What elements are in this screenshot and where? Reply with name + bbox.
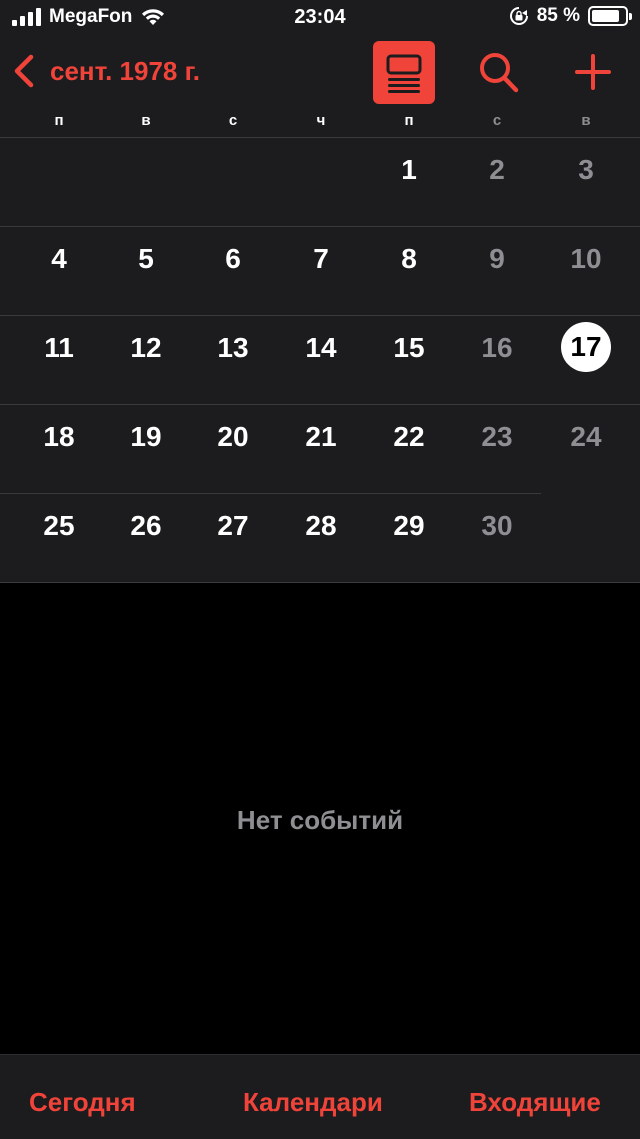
back-button[interactable]: сент. 1978 г. bbox=[12, 54, 200, 88]
day-cell[interactable]: 23 bbox=[467, 418, 527, 456]
day-cell[interactable]: 18 bbox=[29, 418, 89, 456]
battery-percent: 85 % bbox=[536, 5, 580, 26]
no-events-label: Нет событий bbox=[236, 805, 404, 835]
day-cell[interactable]: 14 bbox=[291, 329, 351, 367]
day-cell[interactable]: 8 bbox=[379, 240, 439, 278]
day-cell[interactable]: 11 bbox=[29, 329, 89, 367]
day-cell-today[interactable]: 17 bbox=[561, 322, 611, 372]
battery-icon bbox=[588, 6, 632, 26]
weekday-label: п bbox=[54, 112, 64, 129]
rotation-lock-icon bbox=[509, 7, 528, 25]
list-view-icon bbox=[386, 54, 422, 93]
day-cell[interactable]: 1 bbox=[379, 151, 439, 189]
day-cell[interactable]: 30 bbox=[467, 507, 527, 545]
week-row: 4 5 6 7 8 9 10 bbox=[0, 227, 640, 316]
day-cell[interactable]: 12 bbox=[116, 329, 176, 367]
day-cell[interactable]: 16 bbox=[467, 329, 527, 367]
day-cell[interactable]: 7 bbox=[291, 240, 351, 278]
day-cell[interactable]: 20 bbox=[203, 418, 263, 456]
weekday-label: п bbox=[404, 112, 414, 129]
day-cell[interactable]: 27 bbox=[203, 507, 263, 545]
day-cell[interactable]: 29 bbox=[379, 507, 439, 545]
weekday-label: с bbox=[492, 112, 502, 129]
status-bar: MegaFon 23:04 85 % bbox=[0, 0, 640, 36]
day-cell[interactable]: 24 bbox=[556, 418, 616, 456]
day-cell[interactable]: 3 bbox=[556, 151, 616, 189]
day-cell[interactable]: 9 bbox=[467, 240, 527, 278]
weekday-label: ч bbox=[316, 112, 326, 129]
weekday-label: в bbox=[581, 112, 591, 129]
nav-bar: сент. 1978 г. п в с ч п с в bbox=[0, 36, 640, 138]
divider bbox=[0, 493, 541, 494]
battery-fill bbox=[592, 10, 620, 22]
day-cell[interactable]: 26 bbox=[116, 507, 176, 545]
week-row: 25 26 27 28 29 30 bbox=[0, 494, 640, 583]
weekday-label: с bbox=[228, 112, 238, 129]
day-cell[interactable]: 15 bbox=[379, 329, 439, 367]
week-row: 11 12 13 14 15 16 17 bbox=[0, 316, 640, 405]
day-cell[interactable]: 25 bbox=[29, 507, 89, 545]
list-view-button[interactable] bbox=[373, 41, 435, 104]
weekday-label: в bbox=[141, 112, 151, 129]
day-cell[interactable]: 2 bbox=[467, 151, 527, 189]
day-cell[interactable]: 13 bbox=[203, 329, 263, 367]
tab-bar: Сегодня Календари Входящие bbox=[0, 1054, 640, 1139]
week-row: 18 19 20 21 22 23 24 bbox=[0, 405, 640, 494]
calendars-button[interactable]: Календари bbox=[243, 1087, 383, 1118]
day-cell[interactable]: 21 bbox=[291, 418, 351, 456]
month-title: сент. 1978 г. bbox=[50, 55, 201, 86]
status-right: 85 % bbox=[509, 5, 632, 27]
day-cell[interactable]: 6 bbox=[203, 240, 263, 278]
today-button[interactable]: Сегодня bbox=[29, 1087, 136, 1118]
search-icon[interactable] bbox=[478, 50, 520, 94]
day-cell[interactable]: 10 bbox=[556, 240, 616, 278]
chevron-left-icon bbox=[14, 54, 34, 88]
day-cell[interactable]: 5 bbox=[116, 240, 176, 278]
inbox-button[interactable]: Входящие bbox=[469, 1087, 601, 1118]
day-cell[interactable]: 28 bbox=[291, 507, 351, 545]
events-list: Нет событий bbox=[0, 583, 640, 1054]
day-cell[interactable]: 4 bbox=[29, 240, 89, 278]
week-row: 123 bbox=[0, 138, 640, 227]
day-cell[interactable]: 22 bbox=[379, 418, 439, 456]
add-event-icon[interactable] bbox=[574, 50, 612, 94]
day-cell[interactable]: 19 bbox=[116, 418, 176, 456]
month-grid: 1 2 3 4 5 6 7 8 9 10 11 12 13 14 15 16 17 18 19 20 21 22 23 24 2… bbox=[0, 138, 640, 583]
